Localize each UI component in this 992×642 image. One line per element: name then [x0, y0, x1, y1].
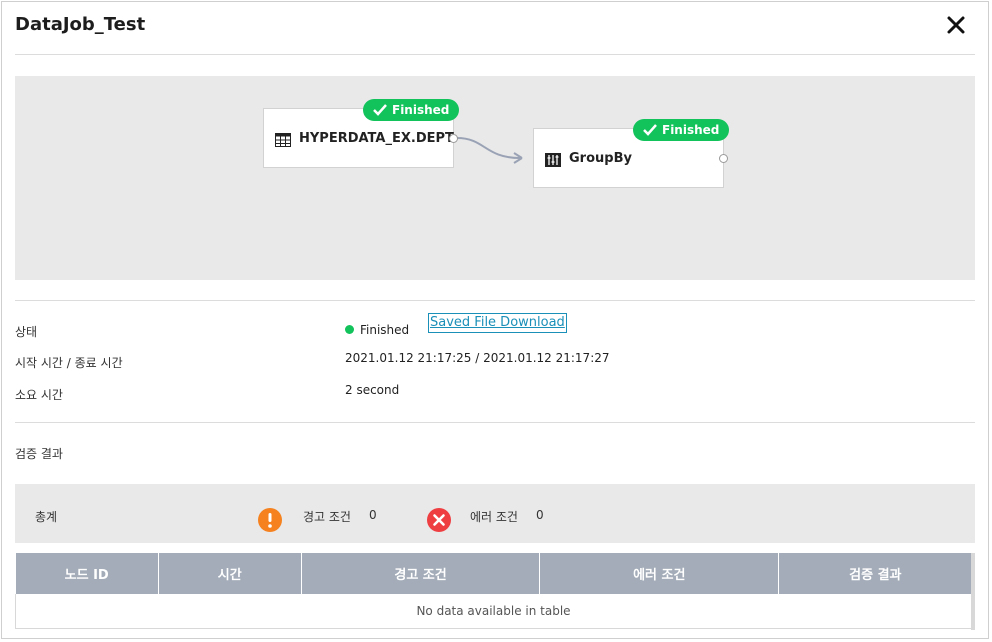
- error-label: 에러 조건: [470, 510, 518, 524]
- output-port[interactable]: [449, 134, 458, 143]
- divider: [15, 422, 975, 423]
- error-icon: [427, 508, 451, 532]
- validation-section-label: 검증 결과: [15, 447, 63, 461]
- validation-table: 노드 ID 시간 경고 조건 에러 조건 검증 결과 No data avail…: [15, 553, 972, 629]
- status-text: Finished: [392, 103, 450, 117]
- duration-value: 2 second: [345, 383, 400, 397]
- workflow-canvas[interactable]: HYPERDATA_EX.DEPT Finished GroupBy Finis…: [15, 76, 975, 280]
- table-icon: [275, 132, 291, 147]
- status-value: Finished: [345, 323, 409, 337]
- summary-label: 총계: [35, 510, 58, 524]
- column-header-node-id[interactable]: 노드 ID: [15, 553, 159, 594]
- node-label: GroupBy: [569, 151, 632, 166]
- check-icon: [643, 124, 657, 136]
- column-header-warning[interactable]: 경고 조건: [301, 553, 541, 594]
- node-label: HYPERDATA_EX.DEPT: [299, 131, 454, 146]
- column-header-error[interactable]: 에러 조건: [539, 553, 780, 594]
- groupby-icon: [545, 152, 561, 167]
- table-header-row: 노드 ID 시간 경고 조건 에러 조건 검증 결과: [15, 553, 972, 594]
- duration-label: 소요 시간: [15, 388, 63, 402]
- divider: [15, 300, 975, 301]
- column-header-time[interactable]: 시간: [158, 553, 302, 594]
- validation-summary: 총계 경고 조건 0 에러 조건 0: [15, 484, 975, 543]
- warning-icon: [258, 508, 282, 532]
- job-detail-dialog: DataJob_Test HYPERDATA_EX.DEPT Finished …: [1, 1, 989, 639]
- empty-table-message: No data available in table: [15, 594, 972, 629]
- warning-count: 0: [369, 508, 377, 522]
- table-row: No data available in table: [15, 594, 972, 629]
- time-label: 시작 시간 / 종료 시간: [15, 356, 123, 370]
- close-icon[interactable]: [945, 14, 967, 36]
- table-scrollbar[interactable]: [971, 553, 975, 630]
- output-port[interactable]: [719, 154, 728, 163]
- status-dot: [345, 325, 354, 334]
- status-text: Finished: [662, 123, 720, 137]
- node-status-badge: Finished: [633, 119, 730, 141]
- warning-label: 경고 조건: [303, 510, 351, 524]
- check-icon: [373, 104, 387, 116]
- column-header-result[interactable]: 검증 결과: [778, 553, 972, 594]
- dialog-title: DataJob_Test: [15, 14, 146, 35]
- status-text: Finished: [360, 323, 410, 337]
- status-label: 상태: [15, 325, 38, 339]
- node-status-badge: Finished: [363, 99, 460, 121]
- saved-file-download-link[interactable]: Saved File Download: [428, 313, 567, 333]
- connection-edge: [456, 137, 523, 164]
- error-count: 0: [536, 508, 544, 522]
- time-value: 2021.01.12 21:17:25 / 2021.01.12 21:17:2…: [345, 351, 610, 365]
- divider: [15, 54, 975, 55]
